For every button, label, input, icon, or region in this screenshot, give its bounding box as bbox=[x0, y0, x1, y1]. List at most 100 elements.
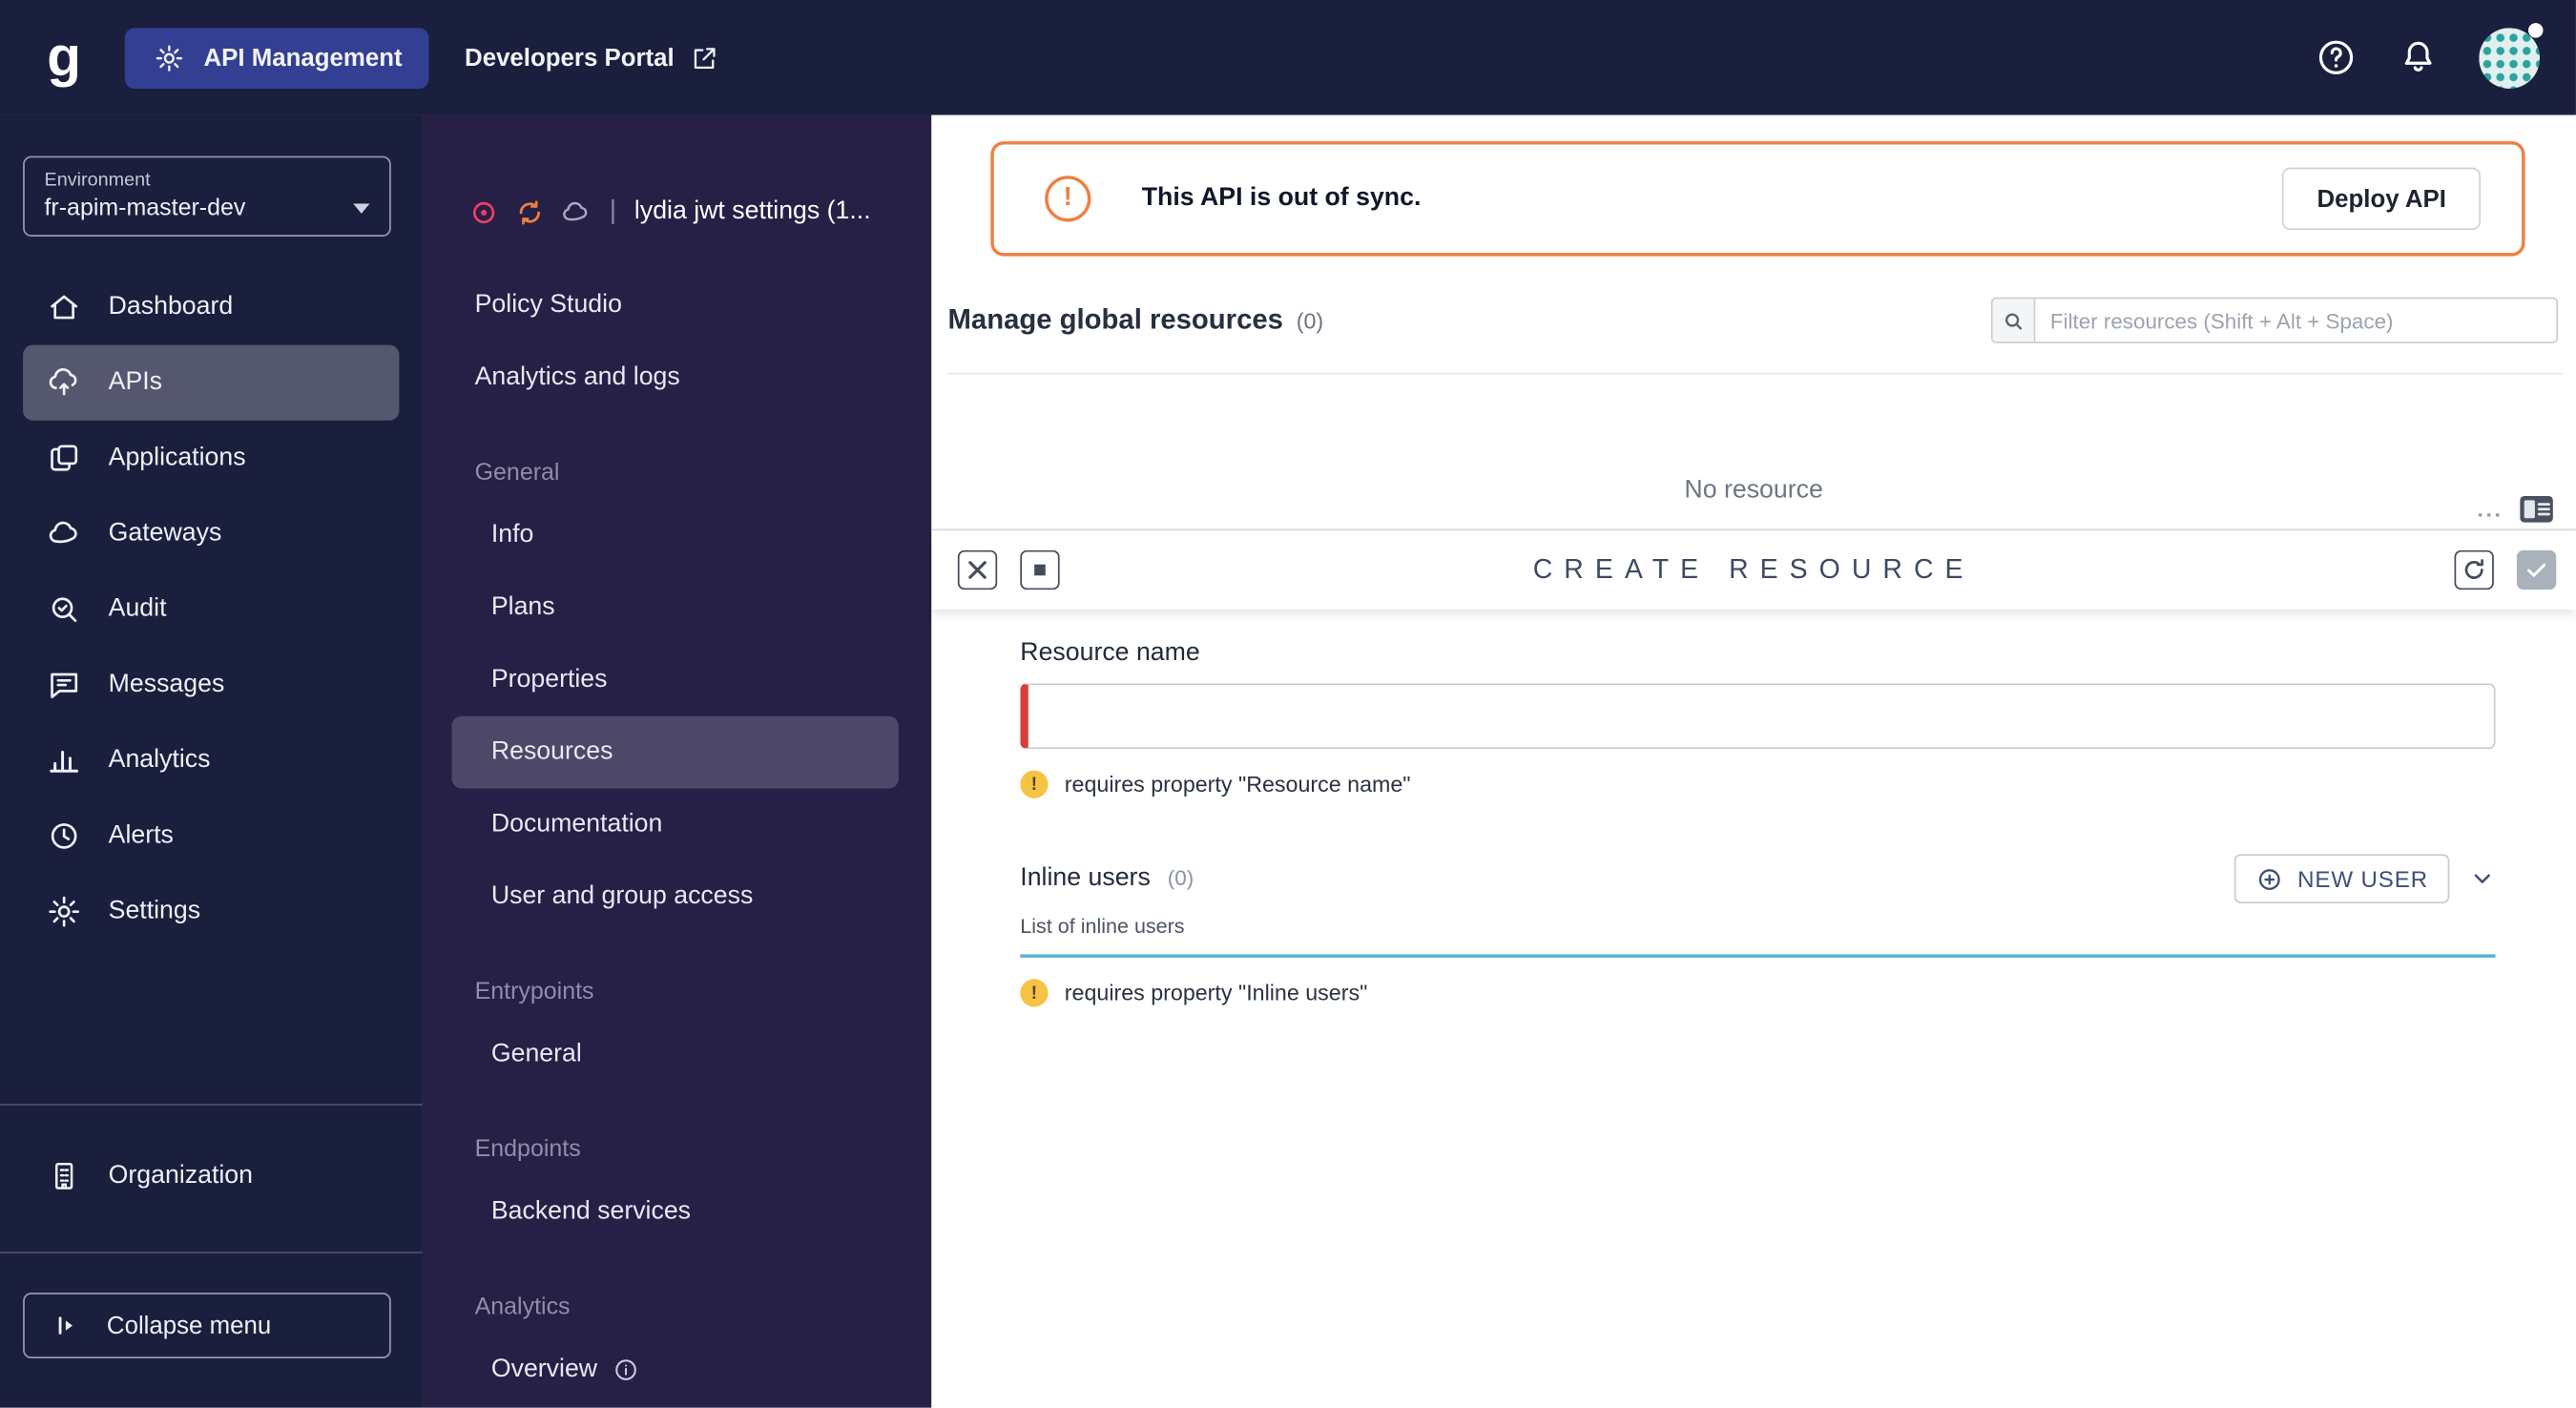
collapse-menu-label: Collapse menu bbox=[106, 1311, 272, 1340]
cloud-apis-icon bbox=[46, 364, 82, 401]
sidebar-item-label: Analytics bbox=[108, 745, 211, 775]
home-icon bbox=[46, 289, 82, 325]
audit-search-icon bbox=[46, 591, 82, 628]
new-user-button[interactable]: NEW USER bbox=[2233, 854, 2450, 904]
deploy-api-button[interactable]: Deploy API bbox=[2282, 167, 2482, 231]
out-of-sync-banner: ! This API is out of sync. Deploy API bbox=[990, 141, 2525, 257]
submenu-item-overview[interactable]: Overview bbox=[452, 1334, 899, 1406]
create-resource-form: Resource name ! requires property "Resou… bbox=[931, 610, 2576, 1007]
sidebar-divider bbox=[0, 1252, 423, 1253]
submenu-section-general: General bbox=[474, 460, 560, 487]
empty-state-text: No resource bbox=[1684, 476, 1823, 505]
sidebar-item-messages[interactable]: Messages bbox=[23, 647, 399, 722]
help-icon[interactable] bbox=[2315, 36, 2358, 79]
sidebar-item-apis[interactable]: APIs bbox=[23, 344, 400, 421]
collapse-icon bbox=[48, 1311, 84, 1340]
info-icon bbox=[613, 1356, 639, 1383]
reset-refresh-icon[interactable] bbox=[2454, 549, 2494, 590]
sidebar-item-label: Applications bbox=[108, 443, 246, 472]
gear-icon bbox=[151, 42, 187, 73]
submenu-item-info[interactable]: Info bbox=[452, 499, 899, 571]
main-content: ! This API is out of sync. Deploy API Ma… bbox=[931, 114, 2576, 1408]
sidebar-item-settings[interactable]: Settings bbox=[23, 874, 399, 949]
sidebar-item-label: APIs bbox=[108, 367, 163, 396]
sidebar-item-alerts[interactable]: Alerts bbox=[23, 798, 399, 874]
sidebar-item-dashboard[interactable]: Dashboard bbox=[23, 269, 399, 344]
environment-selector[interactable]: Environment fr-apim-master-dev bbox=[23, 155, 391, 237]
out-of-sync-message: This API is out of sync. bbox=[1141, 183, 1422, 213]
filter-resources-input[interactable] bbox=[2035, 299, 2557, 342]
sidebar-item-label: Alerts bbox=[108, 820, 174, 850]
primary-sidebar: Environment fr-apim-master-dev Dashboard… bbox=[0, 114, 423, 1408]
close-icon[interactable] bbox=[957, 549, 998, 590]
resource-name-input[interactable] bbox=[1020, 683, 2496, 750]
submenu-item-entrypoints-general[interactable]: General bbox=[452, 1019, 899, 1091]
page-title: Manage global resources bbox=[947, 303, 1283, 336]
collapse-menu-button[interactable]: Collapse menu bbox=[23, 1293, 391, 1359]
top-bar: g API Management Developers Portal bbox=[0, 0, 2576, 115]
panel-layout-toggle-icon[interactable] bbox=[2517, 493, 2556, 526]
resources-header: Manage global resources (0) bbox=[948, 296, 2558, 345]
submenu-item-plans[interactable]: Plans bbox=[452, 571, 899, 644]
submenu-item-documentation[interactable]: Documentation bbox=[452, 789, 899, 861]
create-resource-title: CREATE RESOURCE bbox=[1532, 554, 1975, 585]
sidebar-item-applications[interactable]: Applications bbox=[23, 421, 399, 496]
status-dot bbox=[2528, 22, 2544, 37]
resource-count: (0) bbox=[1296, 307, 1324, 333]
drag-handle-dots-icon[interactable] bbox=[2474, 501, 2503, 517]
sidebar-item-analytics[interactable]: Analytics bbox=[23, 723, 399, 798]
sidebar-item-audit[interactable]: Audit bbox=[23, 571, 399, 647]
clock-icon bbox=[46, 818, 82, 855]
resource-list-empty: No resource bbox=[931, 375, 2576, 529]
submenu-item-backend-services[interactable]: Backend services bbox=[452, 1176, 899, 1249]
app-window: g API Management Developers Portal Envir… bbox=[0, 0, 2576, 1408]
organization-building-icon bbox=[46, 1158, 82, 1194]
submenu-item-resources[interactable]: Resources bbox=[451, 715, 899, 789]
chevron-down-icon bbox=[353, 203, 370, 214]
api-title: lydia jwt settings (1... bbox=[634, 197, 871, 225]
bar-chart-icon bbox=[46, 742, 82, 778]
applications-icon bbox=[46, 440, 82, 476]
gravitee-logo[interactable]: g bbox=[27, 26, 102, 90]
warning-icon: ! bbox=[1020, 770, 1049, 798]
sidebar-item-organization[interactable]: Organization bbox=[23, 1138, 399, 1213]
external-link-icon bbox=[687, 44, 723, 72]
submenu-item-analytics-and-logs[interactable]: Analytics and logs bbox=[452, 342, 899, 414]
sidebar-item-gateways[interactable]: Gateways bbox=[23, 496, 399, 571]
section-divider bbox=[1020, 954, 2496, 958]
environment-value: fr-apim-master-dev bbox=[44, 195, 246, 222]
stopped-status-icon bbox=[468, 197, 500, 228]
save-check-icon[interactable] bbox=[2516, 549, 2557, 590]
submenu-item-policy-studio[interactable]: Policy Studio bbox=[452, 269, 899, 342]
user-avatar[interactable] bbox=[2479, 22, 2544, 89]
submenu-section-analytics: Analytics bbox=[474, 1294, 571, 1321]
api-submenu: | lydia jwt settings (1... Policy Studio… bbox=[422, 114, 932, 1408]
sidebar-item-label: Gateways bbox=[108, 519, 222, 548]
inline-users-hint: List of inline users bbox=[1020, 915, 1185, 939]
api-management-label: API Management bbox=[203, 43, 403, 72]
chevron-down-icon[interactable] bbox=[2469, 865, 2496, 892]
gateway-cloud-icon bbox=[46, 516, 82, 552]
create-resource-header: CREATE RESOURCE bbox=[931, 530, 2576, 610]
submenu-item-user-and-group-access[interactable]: User and group access bbox=[452, 860, 899, 933]
sidebar-item-label: Settings bbox=[108, 897, 201, 925]
inline-users-section: Inline users (0) NEW USER List of inline… bbox=[1020, 854, 2496, 1007]
search-icon[interactable] bbox=[1992, 299, 2036, 342]
api-title-row: | lydia jwt settings (1... bbox=[468, 187, 932, 237]
sidebar-item-label: Organization bbox=[108, 1161, 253, 1190]
sidebar-divider bbox=[0, 1104, 423, 1106]
sidebar-nav: Dashboard APIs Applications Gateways Aud… bbox=[0, 269, 423, 949]
plus-circle-icon bbox=[2258, 868, 2279, 890]
developers-portal-link[interactable]: Developers Portal bbox=[465, 44, 723, 72]
resource-name-label: Resource name bbox=[1020, 638, 1200, 668]
bell-icon[interactable] bbox=[2397, 36, 2440, 79]
submenu-section-entrypoints: Entrypoints bbox=[474, 979, 594, 1005]
submenu-section-endpoints: Endpoints bbox=[474, 1136, 581, 1164]
warning-icon: ! bbox=[1045, 176, 1091, 222]
sync-icon bbox=[514, 197, 546, 228]
messages-bubble-icon bbox=[46, 667, 82, 703]
submenu-item-properties[interactable]: Properties bbox=[452, 644, 899, 716]
expand-panel-icon[interactable] bbox=[1020, 549, 1060, 590]
resource-name-error: ! requires property "Resource name" bbox=[1020, 770, 2495, 798]
api-management-switch[interactable]: API Management bbox=[124, 27, 429, 89]
